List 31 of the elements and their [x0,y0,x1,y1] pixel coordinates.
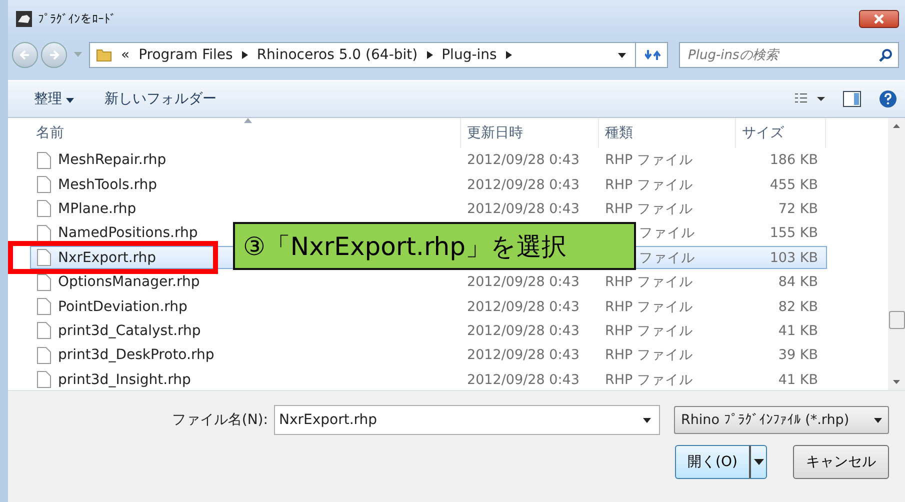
size-cell-text: 155 KB [768,225,819,242]
type-cell-text: RHP ファイル [604,151,694,170]
size-cell-text: 41 KB [777,322,819,339]
date-cell-text: 2012/09/28 0:43 [466,152,580,168]
type-cell-text: RHP ファイル [604,370,694,389]
file-name-label: ファイル名(N): [172,411,268,429]
size-cell-text: 84 KB [777,274,819,290]
date-cell-text: 2012/09/28 0:43 [466,298,580,315]
type-cell-text: RHP ファイル [604,200,694,218]
date-cell-text: 2012/09/28 0:43 [466,200,580,217]
type-cell-text: RHP ファイル [604,273,694,292]
size-cell-text: 41 KB [777,372,819,388]
date-cell-text: 2012/09/28 0:43 [466,322,580,339]
size-cell-text: 455 KB [768,176,819,193]
date-cell-text: 2012/09/28 0:43 [466,176,580,193]
date-cell-text: 2012/09/28 0:43 [466,347,580,364]
date-cell-text: 2012/09/28 0:43 [466,372,580,388]
type-cell-text: RHP ファイル [604,298,694,316]
annotation-tooltip: ③「NxrExport.rhp」を選択 [233,222,636,270]
window-title: ﾌﾟﾗｸﾞｲﾝをﾛｰﾄﾞ [38,12,117,26]
size-cell-text: 39 KB [777,347,819,364]
type-cell-text: RHP ファイル [604,176,694,194]
size-cell-text: 82 KB [777,298,819,315]
size-cell-text: 186 KB [768,152,819,168]
size-cell-text: 72 KB [777,200,819,217]
size-cell-text: 103 KB [768,250,819,266]
date-cell-text: 2012/09/28 0:43 [466,274,580,290]
type-cell-text: RHP ファイル [604,322,694,340]
type-cell-text: ファイル [638,224,696,242]
type-cell-text: ファイル [638,248,696,267]
type-cell-text: RHP ファイル [604,346,694,364]
